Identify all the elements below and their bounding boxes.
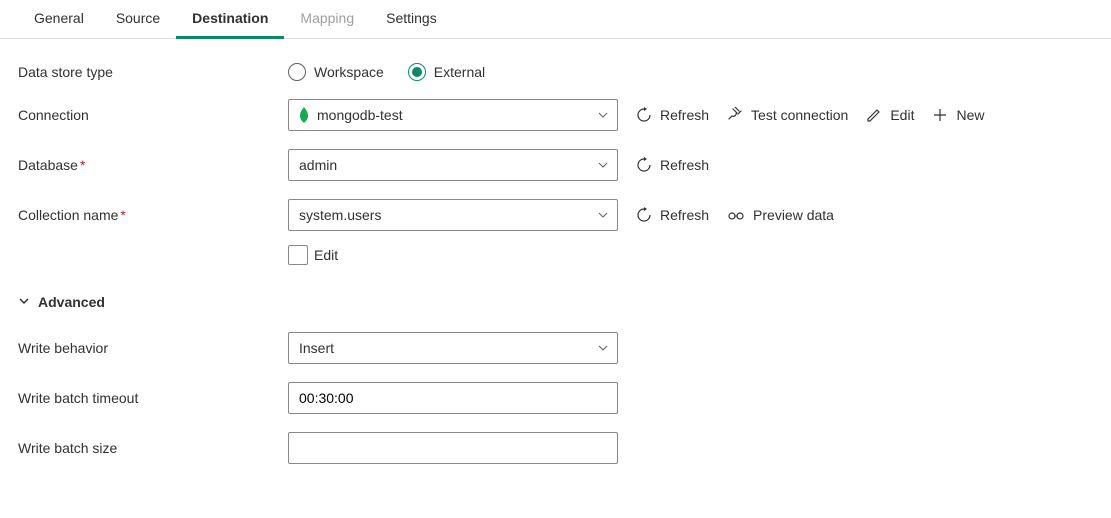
plus-icon <box>932 107 948 123</box>
write-behavior-dropdown[interactable]: Insert <box>288 332 618 364</box>
checkbox-icon <box>288 245 308 265</box>
refresh-icon <box>636 157 652 173</box>
database-value: admin <box>299 157 337 173</box>
refresh-icon <box>636 207 652 223</box>
edit-connection-button[interactable]: Edit <box>866 107 914 123</box>
refresh-database-label: Refresh <box>660 157 709 173</box>
plug-icon <box>727 107 743 123</box>
tabs-bar: General Source Destination Mapping Setti… <box>0 0 1111 39</box>
label-connection: Connection <box>18 107 288 123</box>
new-connection-button[interactable]: New <box>932 107 984 123</box>
edit-collection-checkbox[interactable]: Edit <box>288 245 338 265</box>
connection-value: mongodb-test <box>317 107 403 123</box>
write-batch-size-input[interactable] <box>288 432 618 464</box>
required-marker: * <box>120 207 125 223</box>
row-write-batch-timeout: Write batch timeout <box>18 382 1093 414</box>
chevron-down-icon <box>597 159 609 171</box>
test-connection-button[interactable]: Test connection <box>727 107 848 123</box>
radio-circle-icon <box>408 63 426 81</box>
tab-source[interactable]: Source <box>100 0 176 39</box>
collection-dropdown[interactable]: system.users <box>288 199 618 231</box>
refresh-icon <box>636 107 652 123</box>
chevron-down-icon <box>597 209 609 221</box>
chevron-down-icon <box>18 294 30 310</box>
row-data-store-type: Data store type Workspace External <box>18 63 1093 81</box>
database-dropdown[interactable]: admin <box>288 149 618 181</box>
row-collection: Collection name* system.users Refresh Pr… <box>18 199 1093 231</box>
label-database: Database* <box>18 157 288 173</box>
chevron-down-icon <box>597 109 609 121</box>
test-connection-label: Test connection <box>751 107 848 123</box>
radio-workspace[interactable]: Workspace <box>288 63 384 81</box>
row-write-batch-size: Write batch size <box>18 432 1093 464</box>
write-batch-timeout-input[interactable] <box>288 382 618 414</box>
refresh-connection-button[interactable]: Refresh <box>636 107 709 123</box>
data-store-type-radio-group: Workspace External <box>288 63 485 81</box>
label-write-behavior: Write behavior <box>18 340 288 356</box>
label-data-store-type: Data store type <box>18 64 288 80</box>
radio-workspace-label: Workspace <box>314 64 384 80</box>
tab-general[interactable]: General <box>18 0 100 39</box>
label-write-batch-size: Write batch size <box>18 440 288 456</box>
advanced-toggle[interactable]: Advanced <box>18 294 105 310</box>
row-connection: Connection mongodb-test Refresh <box>18 99 1093 131</box>
edit-connection-label: Edit <box>890 107 914 123</box>
preview-data-button[interactable]: Preview data <box>727 207 834 223</box>
preview-data-label: Preview data <box>753 207 834 223</box>
refresh-database-button[interactable]: Refresh <box>636 157 709 173</box>
connection-dropdown[interactable]: mongodb-test <box>288 99 618 131</box>
tab-destination[interactable]: Destination <box>176 0 284 39</box>
tab-settings[interactable]: Settings <box>370 0 453 39</box>
edit-checkbox-label: Edit <box>314 247 338 263</box>
radio-circle-icon <box>288 63 306 81</box>
glasses-icon <box>727 207 745 223</box>
advanced-label: Advanced <box>38 294 105 310</box>
pencil-icon <box>866 107 882 123</box>
form-area: Data store type Workspace External Conne… <box>0 39 1111 506</box>
radio-external[interactable]: External <box>408 63 485 81</box>
write-behavior-value: Insert <box>299 340 334 356</box>
collection-value: system.users <box>299 207 381 223</box>
refresh-collection-label: Refresh <box>660 207 709 223</box>
new-connection-label: New <box>956 107 984 123</box>
mongodb-icon <box>299 107 309 123</box>
row-write-behavior: Write behavior Insert <box>18 332 1093 364</box>
label-write-batch-timeout: Write batch timeout <box>18 390 288 406</box>
radio-external-label: External <box>434 64 485 80</box>
required-marker: * <box>80 157 85 173</box>
refresh-collection-button[interactable]: Refresh <box>636 207 709 223</box>
label-collection: Collection name* <box>18 207 288 223</box>
refresh-connection-label: Refresh <box>660 107 709 123</box>
tab-mapping[interactable]: Mapping <box>284 0 370 39</box>
row-database: Database* admin Refresh <box>18 149 1093 181</box>
chevron-down-icon <box>597 342 609 354</box>
